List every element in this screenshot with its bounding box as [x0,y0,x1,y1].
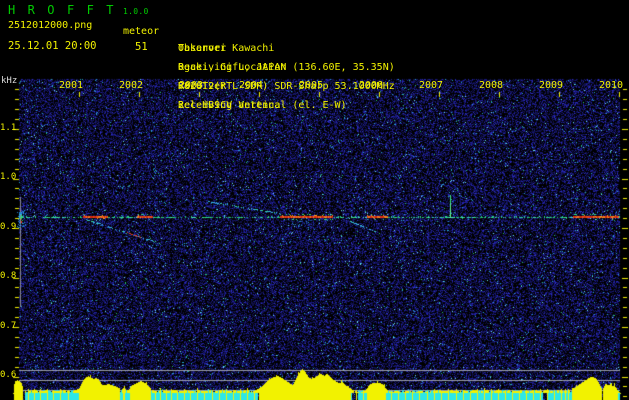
freq-tick-label: 0.9 [0,222,17,232]
echo-count: 51 [135,41,148,53]
freq-tick-label: 0.7 [0,321,17,331]
time-tick-label: 2006 [358,80,384,91]
mode-label: meteor [123,26,160,37]
app-title: H R O F F T [8,3,117,17]
info-value: 2el-HB9CV Vertical (el. E-W) [178,100,347,111]
freq-tick-label: 1.1 [0,123,17,133]
time-tick-label: 2007 [418,80,444,91]
spectrogram-canvas [0,0,629,400]
time-tick-label: 2001 [58,80,84,91]
freq-tick-label: 1.0 [0,172,17,182]
freq-axis-unit: kHz [1,76,18,86]
observation-datetime: 25.12.01 20:00 [8,40,97,52]
app-version: 1.0.0 [123,7,149,16]
output-filename: 2512012000.png [8,20,93,31]
time-tick-label: 2005 [298,80,324,91]
time-tick-label: 2002 [118,80,144,91]
station-info: Observer: Takanori Kawachi Receiving Loca… [178,5,395,119]
time-tick-label: 2010 [598,80,624,91]
time-tick-label: 2009 [538,80,564,91]
hrofft-window: H R O F F T 1.0.0 2512012000.png meteor … [0,0,629,400]
freq-tick-label: 0.8 [0,271,17,281]
time-tick-label: 2004 [238,80,264,91]
info-value: Takanori Kawachi [178,43,275,54]
freq-tick-label: 0.6 [0,370,17,380]
time-tick-label: 2003 [178,80,204,91]
time-tick-label: 2008 [478,80,504,91]
info-value: Ogaki, Gifu, JAPAN (136.60E, 35.35N) [178,62,395,73]
